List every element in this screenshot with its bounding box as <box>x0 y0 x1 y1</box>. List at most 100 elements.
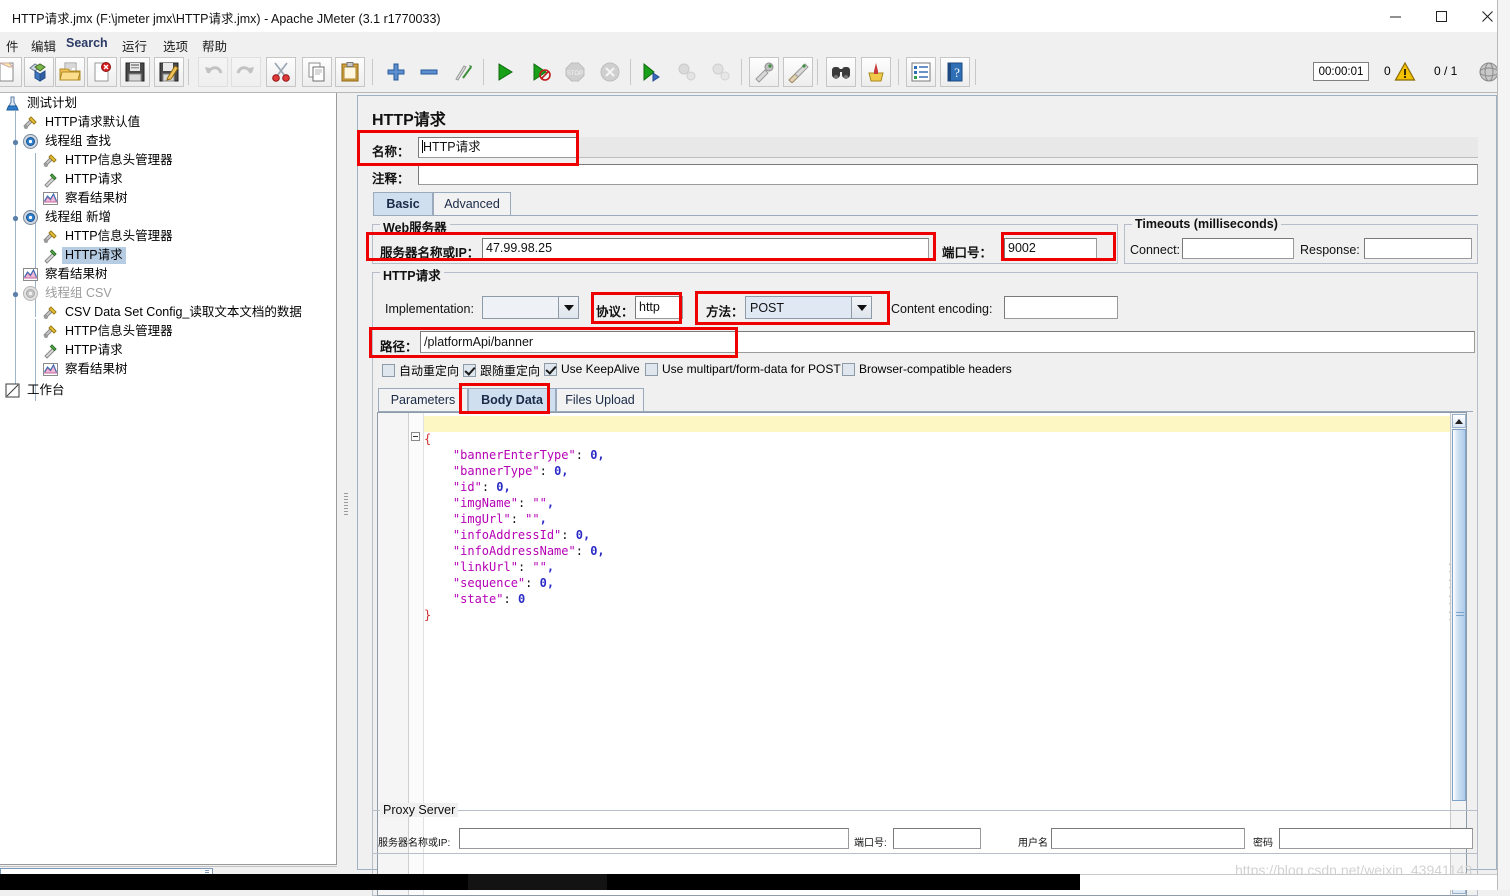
tree-node-view-results-tree[interactable]: 察看结果树 <box>22 265 111 283</box>
comment-input[interactable] <box>418 164 1478 185</box>
redo-icon[interactable] <box>231 57 261 87</box>
checkbox-use-keepalive[interactable]: Use KeepAlive <box>544 362 640 376</box>
tree-node-header-manager[interactable]: HTTP信息头管理器 <box>42 227 176 245</box>
server-input[interactable]: 47.99.98.25 <box>482 238 929 259</box>
proxy-server-input[interactable] <box>459 828 849 849</box>
test-plan-tree[interactable]: 测试计划 HTTP请求默认值 线程组 查找 HTTP信息头管理器 HTTP请求 … <box>0 93 337 865</box>
method-combo[interactable]: POST <box>745 296 872 319</box>
search-icon[interactable] <box>826 57 856 87</box>
checkbox-auto-redirect[interactable]: 自动重定向 <box>382 362 459 379</box>
checkbox-follow-redirect[interactable]: 跟随重定向 <box>463 362 540 379</box>
remote-stop-icon[interactable] <box>672 57 702 87</box>
tree-node-csv-data-set-config[interactable]: CSV Data Set Config_读取文本文档的数据 <box>42 303 305 321</box>
tree-node-header-manager[interactable]: HTTP信息头管理器 <box>42 151 176 169</box>
tab-advanced[interactable]: Advanced <box>433 192 511 215</box>
new-icon[interactable] <box>0 57 22 87</box>
collapse-all-icon[interactable] <box>414 57 444 87</box>
toolbar: STOP ? 00:00:01 0 0 / 1 <box>0 54 1510 93</box>
remote-start-icon[interactable] <box>636 57 666 87</box>
code-line: "infoAddressId": 0, <box>452 528 591 542</box>
panel-splitter[interactable] <box>337 93 355 890</box>
tree-expand-handle[interactable] <box>11 136 20 146</box>
name-input-rest[interactable] <box>578 137 1478 158</box>
tree-node-thread-group-new[interactable]: 线程组 新增 <box>22 208 114 226</box>
tree-label-disabled: 线程组 CSV <box>45 285 112 300</box>
name-input[interactable]: HTTP请求 <box>418 137 578 158</box>
remote-shutdown-icon[interactable] <box>706 57 736 87</box>
tree-node-test-plan[interactable]: 测试计划 <box>4 94 80 112</box>
warning-triangle-icon[interactable] <box>1394 61 1416 86</box>
path-input[interactable]: /platformApi/banner <box>420 331 1475 353</box>
clear-icon[interactable] <box>749 57 779 87</box>
tree-node-http-request[interactable]: HTTP请求 <box>42 341 126 359</box>
help-icon[interactable]: ? <box>940 57 970 87</box>
tree-node-view-results-tree[interactable]: 察看结果树 <box>42 360 131 378</box>
shutdown-icon[interactable] <box>595 57 625 87</box>
chevron-down-icon[interactable] <box>851 297 871 318</box>
port-input[interactable]: 9002 <box>1004 238 1097 259</box>
connect-input[interactable] <box>1182 238 1294 259</box>
protocol-label: 协议： <box>596 305 634 319</box>
tab-body-data[interactable]: Body Data <box>468 388 556 411</box>
save-icon[interactable] <box>120 57 150 87</box>
tree-node-thread-group-csv[interactable]: 线程组 CSV <box>22 284 115 302</box>
cut-icon[interactable] <box>266 57 296 87</box>
tree-node-thread-group-search[interactable]: 线程组 查找 <box>22 132 114 150</box>
stop-icon[interactable]: STOP <box>560 57 590 87</box>
menu-options[interactable]: 选项 <box>159 35 192 56</box>
chevron-down-icon[interactable] <box>558 297 578 318</box>
toggle-icon[interactable] <box>448 57 478 87</box>
expand-all-icon[interactable] <box>381 57 411 87</box>
checkbox-box[interactable] <box>382 364 395 377</box>
svg-text:STOP: STOP <box>567 71 583 77</box>
protocol-input[interactable]: http <box>635 296 683 319</box>
start-no-pauses-icon[interactable] <box>526 57 556 87</box>
tab-files-upload[interactable]: Files Upload <box>556 388 644 411</box>
tree-node-view-results-tree[interactable]: 察看结果树 <box>42 189 131 207</box>
menu-help[interactable]: 帮助 <box>198 35 231 56</box>
maximize-button[interactable] <box>1418 0 1464 32</box>
tree-node-workbench[interactable]: 工作台 <box>4 381 68 399</box>
toolbar-separator-1 <box>188 59 189 85</box>
tree-node-http-request-selected[interactable]: HTTP请求 <box>42 246 126 264</box>
open-folder-icon[interactable] <box>55 57 85 87</box>
menu-file[interactable]: 件 <box>2 35 23 56</box>
function-helper-icon[interactable] <box>906 57 936 87</box>
checkbox-use-multipart[interactable]: Use multipart/form-data for POST <box>645 362 841 376</box>
scroll-up-arrow-icon[interactable] <box>1452 414 1466 428</box>
tree-expand-handle[interactable] <box>11 212 20 222</box>
undo-icon[interactable] <box>198 57 228 87</box>
paste-icon[interactable] <box>335 57 365 87</box>
tree-expand-handle[interactable] <box>11 288 20 298</box>
tree-node-header-manager[interactable]: HTTP信息头管理器 <box>42 322 176 340</box>
tree-node-http-request[interactable]: HTTP请求 <box>42 170 126 188</box>
fold-toggle-icon[interactable] <box>411 432 420 441</box>
copy-icon[interactable] <box>302 57 332 87</box>
close-document-icon[interactable] <box>87 57 117 87</box>
templates-icon[interactable] <box>24 57 54 87</box>
proxy-port-input[interactable] <box>893 828 981 849</box>
proxy-password-input[interactable] <box>1279 828 1473 849</box>
checkbox-box[interactable] <box>463 364 476 377</box>
tab-parameters[interactable]: Parameters <box>378 388 468 411</box>
clear-all-icon[interactable] <box>783 57 813 87</box>
implementation-combo[interactable] <box>482 296 579 319</box>
tree-node-http-defaults[interactable]: HTTP请求默认值 <box>22 113 143 131</box>
start-icon[interactable] <box>490 57 520 87</box>
tab-basic[interactable]: Basic <box>373 192 433 215</box>
checkbox-box[interactable] <box>842 362 855 376</box>
scroll-thumb[interactable] <box>1452 429 1466 801</box>
save-as-icon[interactable] <box>154 57 184 87</box>
reset-search-icon[interactable] <box>861 57 891 87</box>
minimize-button[interactable] <box>1372 0 1418 32</box>
checkbox-browser-compatible-headers[interactable]: Browser-compatible headers <box>842 362 1012 376</box>
proxy-username-input[interactable] <box>1051 828 1245 849</box>
content-encoding-input[interactable] <box>1004 296 1118 319</box>
menu-run[interactable]: 运行 <box>118 35 151 56</box>
checkbox-box[interactable] <box>645 362 658 376</box>
checkbox-box[interactable] <box>544 362 557 376</box>
menu-edit[interactable]: 编辑 <box>27 35 60 56</box>
response-input[interactable] <box>1364 238 1472 259</box>
bottom-black-strip <box>0 874 1080 890</box>
menu-search[interactable]: Search <box>62 35 112 51</box>
